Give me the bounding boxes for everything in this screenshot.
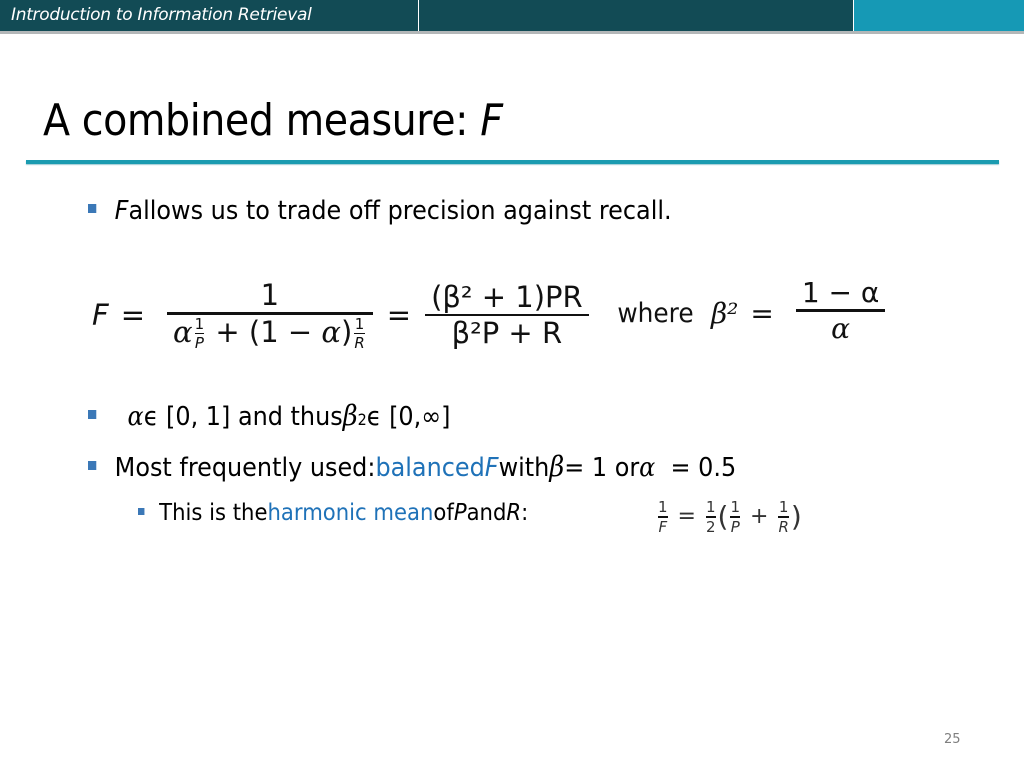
fraction-denominator: α1P + (1 − α) 1 R — [167, 314, 373, 353]
sub-bullet-colon: : — [521, 500, 529, 526]
one-over-r: 1R — [778, 498, 789, 536]
balanced-f-var: F — [484, 453, 499, 483]
small-den: P — [730, 517, 740, 536]
sub-bullet-text: This is the — [159, 500, 268, 526]
formula-equals-2: = — [386, 298, 412, 333]
exponent: 2 — [357, 411, 367, 429]
plus-sign: + — [750, 504, 769, 530]
small-num: 1 — [705, 498, 716, 516]
small-den: P — [194, 334, 204, 353]
den-plus: + (1 − — [206, 314, 322, 349]
sub-bullet-text-mid: of — [433, 500, 454, 526]
slide-title-var: F — [480, 95, 503, 146]
r-var: R — [506, 500, 522, 526]
bullet-square-icon — [88, 461, 97, 470]
where-label: where — [617, 297, 694, 329]
beta-fraction: 1 − α α — [795, 276, 886, 345]
fraction-numerator: 1 − α — [801, 276, 880, 309]
beta-squared: β² — [710, 296, 739, 330]
beta-symbol: β — [342, 399, 358, 432]
one-over-p: 1P — [194, 314, 205, 353]
bullet-text-mid: with — [498, 453, 550, 483]
slide-title-text: A combined measure: — [43, 95, 481, 146]
beta-symbol: β — [549, 450, 565, 483]
small-den: 2 — [705, 517, 716, 536]
alpha-symbol: α — [127, 402, 144, 432]
formula-equals: = — [750, 296, 774, 330]
bullet-text-2: ϵ [0,∞] — [366, 402, 451, 432]
one-half: 12 — [705, 498, 716, 536]
alpha-symbol: α — [173, 314, 193, 349]
small-num: 1 — [194, 314, 205, 333]
open-paren: ( — [717, 500, 729, 534]
title-divider — [26, 160, 999, 164]
course-title: Introduction to Information Retrieval — [11, 5, 312, 25]
one-over-r: 1R — [354, 314, 365, 353]
alpha-symbol: α — [321, 314, 341, 349]
harmonic-mean-highlight: harmonic mean — [267, 500, 434, 526]
small-den: F — [658, 517, 668, 536]
small-den: R — [354, 334, 365, 353]
bullet-square-icon — [88, 410, 97, 419]
close-paren: ) — [790, 500, 802, 534]
slide-title: A combined measure: F — [43, 95, 503, 146]
formula-equals: = — [120, 298, 145, 333]
header-accent-segment — [854, 0, 1024, 31]
balanced-highlight: balanced — [375, 453, 485, 483]
header-bar: Introduction to Information Retrieval — [0, 0, 1024, 34]
header-dark-segment-2 — [419, 0, 853, 31]
bullet-text: ϵ [0, 1] and thus — [143, 402, 343, 432]
bullet-2: α ϵ [0, 1] and thus β2 ϵ [0,∞] — [88, 399, 450, 432]
header-underline — [0, 31, 1024, 34]
small-den: R — [778, 517, 789, 536]
small-num: 1 — [354, 314, 365, 333]
small-num: 1 — [658, 498, 668, 516]
sub-bullet-and: and — [466, 500, 507, 526]
bullet-var: F — [114, 196, 129, 226]
fraction-numerator: 1 — [260, 278, 280, 312]
one-over-p: 1P — [730, 498, 741, 536]
sub-bullet-1: This is the harmonic mean of P and R: — [138, 500, 528, 526]
bullet-1: F allows us to trade off precision again… — [88, 196, 672, 226]
harmonic-mean-formula: 1F = 12 ( 1P + 1R ) — [656, 498, 802, 536]
f-measure-formula: F = 1 α1P + (1 − α) 1 R = (β² + 1)PR β²P +… — [92, 278, 599, 352]
bullet-text-eq2: = 0.5 — [655, 453, 737, 483]
formula-equals: = — [677, 504, 696, 530]
bullet-3: Most frequently used: balanced F with β … — [88, 450, 736, 483]
fraction-numerator: (β² + 1)PR — [431, 279, 583, 314]
den-close: ) — [340, 314, 353, 349]
small-num: 1 — [778, 498, 789, 516]
formula-lhs: F — [92, 298, 109, 333]
fraction-denominator: α — [831, 311, 851, 345]
bullet-text-eq1: = 1 or — [564, 453, 640, 483]
bullet-text: Most frequently used: — [114, 453, 376, 483]
formula-fraction-2: (β² + 1)PR β²P + R — [425, 279, 589, 351]
fraction-denominator: β²P + R — [451, 316, 563, 351]
alpha-symbol: α — [639, 453, 656, 483]
small-num: 1 — [730, 498, 741, 516]
bullet-square-icon — [138, 508, 145, 515]
one-over-f: 1F — [658, 498, 668, 536]
bullet-square-icon — [88, 204, 97, 213]
page-number: 25 — [944, 732, 961, 747]
beta-definition-formula: where β² = 1 − α α — [614, 276, 895, 345]
p-var: P — [453, 500, 467, 526]
bullet-text: allows us to trade off precision against… — [128, 196, 672, 226]
formula-fraction-1: 1 α1P + (1 − α) 1 R — [167, 278, 373, 352]
